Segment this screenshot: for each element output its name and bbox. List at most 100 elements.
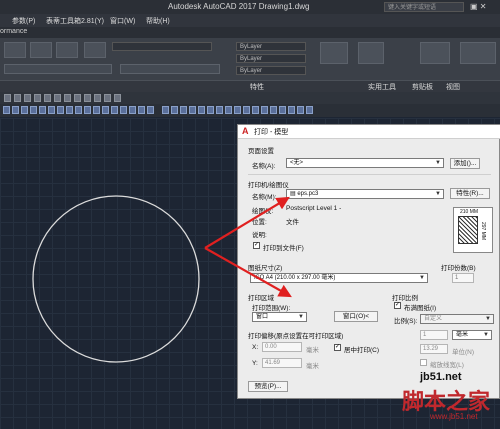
paper-size-section: 图纸尺寸(Z): [248, 265, 283, 272]
tab-current[interactable]: ormance: [0, 28, 27, 35]
toolbar-button-icon[interactable]: [198, 106, 205, 114]
lineweight-dropdown[interactable]: ByLayer: [236, 66, 306, 75]
page-setup-select[interactable]: <无> ▼: [286, 158, 444, 168]
window-controls-icon[interactable]: ▣ ✕: [470, 2, 486, 11]
printer-select[interactable]: ▤ eps.pc3 ▼: [286, 189, 444, 199]
toolbar-button-icon[interactable]: [94, 94, 101, 102]
toolbar-button-icon[interactable]: [75, 106, 82, 114]
toolbar-button-icon[interactable]: [252, 106, 259, 114]
toolbar-button-icon[interactable]: [57, 106, 64, 114]
scale-lineweights-checkbox[interactable]: [420, 359, 427, 366]
toolbar-button-icon[interactable]: [147, 106, 154, 114]
utilities-button[interactable]: [320, 42, 348, 64]
toolbar-button-icon[interactable]: [21, 106, 28, 114]
ribbon-tool-button[interactable]: [56, 42, 78, 58]
ribbon-tool-strip[interactable]: [120, 64, 220, 74]
ribbon-tool-button[interactable]: [84, 42, 106, 58]
toolbar-button-icon[interactable]: [66, 106, 73, 114]
toolbar-button-icon[interactable]: [189, 106, 196, 114]
center-plot-checkbox[interactable]: ✓: [334, 344, 341, 351]
toolbar-button-icon[interactable]: [84, 106, 91, 114]
toolbar-button-icon[interactable]: [48, 106, 55, 114]
toolbar-button-icon[interactable]: [288, 106, 295, 114]
scale-unit-select[interactable]: 毫米 ▼: [452, 330, 492, 340]
offset-x-input[interactable]: 0.00: [262, 342, 302, 352]
toolbar-button-icon[interactable]: [180, 106, 187, 114]
toolbar-button-icon[interactable]: [93, 106, 100, 114]
toolbar-button-icon[interactable]: [234, 106, 241, 114]
panel-clipboard-label[interactable]: 剪贴板: [412, 82, 433, 92]
plot-range-select[interactable]: 窗口 ▼: [252, 312, 307, 322]
paste-button[interactable]: [358, 42, 384, 64]
toolbar-button-icon[interactable]: [30, 106, 37, 114]
search-input[interactable]: 键入关键字或短语: [384, 2, 464, 12]
linetype-dropdown[interactable]: ByLayer: [236, 54, 306, 63]
toolbar-button-icon[interactable]: [12, 106, 19, 114]
panel-properties-label[interactable]: 特性: [250, 82, 264, 92]
printer-properties-button[interactable]: 特性(R)...: [450, 188, 490, 199]
toolbar-button-icon[interactable]: [162, 106, 169, 114]
preview-button[interactable]: 预览(P)...: [248, 381, 288, 392]
menu-item-params[interactable]: 参数(P): [12, 16, 35, 26]
toolbar-button-icon[interactable]: [4, 94, 11, 102]
panel-utilities-label[interactable]: 实用工具: [368, 82, 396, 92]
toolbar-button-icon[interactable]: [171, 106, 178, 114]
view-button[interactable]: [420, 42, 450, 64]
toolbar-button-icon[interactable]: [104, 94, 111, 102]
plotter-label: 绘图仪:: [252, 208, 274, 215]
printer-select-value: eps.pc3: [297, 191, 319, 197]
fit-to-paper-checkbox[interactable]: ✓: [394, 302, 401, 309]
toolbar-button-icon[interactable]: [279, 106, 286, 114]
toolbar-button-icon[interactable]: [74, 94, 81, 102]
paper-size-select[interactable]: ISO A4 (210.00 x 297.00 毫米) ▼: [250, 273, 428, 283]
toolbar-button-icon[interactable]: [64, 94, 71, 102]
toolbar-button-icon[interactable]: [114, 94, 121, 102]
toolbar-button-icon[interactable]: [306, 106, 313, 114]
toolbar-button-icon[interactable]: [111, 106, 118, 114]
scale-value1-input[interactable]: 1: [420, 330, 448, 340]
toolbar-button-icon[interactable]: [54, 94, 61, 102]
copies-stepper[interactable]: 1: [452, 273, 474, 283]
toolbar-button-icon[interactable]: [44, 94, 51, 102]
toolbar-button-icon[interactable]: [297, 106, 304, 114]
menu-item-window[interactable]: 窗口(W): [110, 16, 135, 26]
toolbar-button-icon[interactable]: [243, 106, 250, 114]
toolbar-button-icon[interactable]: [24, 94, 31, 102]
toolbar-button-icon[interactable]: [120, 106, 127, 114]
ribbon-tool-strip[interactable]: [4, 64, 112, 74]
toolbar-button-icon[interactable]: [216, 106, 223, 114]
scale-lineweights-label: 缩放线宽(L): [430, 362, 464, 369]
toolbar-button-icon[interactable]: [84, 94, 91, 102]
toolbar-button-icon[interactable]: [39, 106, 46, 114]
panel-view-label[interactable]: 视图: [446, 82, 460, 92]
scale-select[interactable]: 自定义 ▼: [420, 314, 494, 324]
ribbon-tool-button[interactable]: [30, 42, 52, 58]
toolbar-button-icon[interactable]: [270, 106, 277, 114]
toolbar-button-icon[interactable]: [102, 106, 109, 114]
menu-item-toolbox[interactable]: 表蒂工具箱2.81(Y): [46, 16, 104, 26]
drawn-circle[interactable]: [32, 195, 200, 363]
chevron-down-icon: ▼: [485, 316, 491, 322]
view-button[interactable]: [460, 42, 496, 64]
toolbar-button-icon[interactable]: [207, 106, 214, 114]
color-dropdown[interactable]: ByLayer: [236, 42, 306, 51]
window-select-button[interactable]: 窗口(O)<: [334, 311, 378, 322]
menu-item-help[interactable]: 帮助(H): [146, 16, 170, 26]
toolbar-button-icon[interactable]: [129, 106, 136, 114]
print-to-file-checkbox[interactable]: ✓: [253, 242, 260, 249]
toolbar-button-icon[interactable]: [225, 106, 232, 114]
layer-dropdown[interactable]: [112, 42, 212, 51]
toolbar-button-icon[interactable]: [3, 106, 10, 114]
offset-y-input[interactable]: 41.69: [262, 358, 302, 368]
scale-unit-label: 单位(N): [452, 349, 475, 356]
plot-scale-section: 打印比例: [392, 295, 418, 302]
ribbon-tool-button[interactable]: [4, 42, 26, 58]
add-page-setup-button[interactable]: 添加()...: [450, 158, 480, 169]
scale-value2-input[interactable]: 13.29: [420, 344, 448, 354]
toolbar-button-icon[interactable]: [34, 94, 41, 102]
toolbar-button-icon[interactable]: [138, 106, 145, 114]
toolbar-button-icon[interactable]: [14, 94, 21, 102]
plot-range-value: 窗口: [256, 314, 269, 320]
toolbar-strip-2: [0, 104, 500, 117]
toolbar-button-icon[interactable]: [261, 106, 268, 114]
